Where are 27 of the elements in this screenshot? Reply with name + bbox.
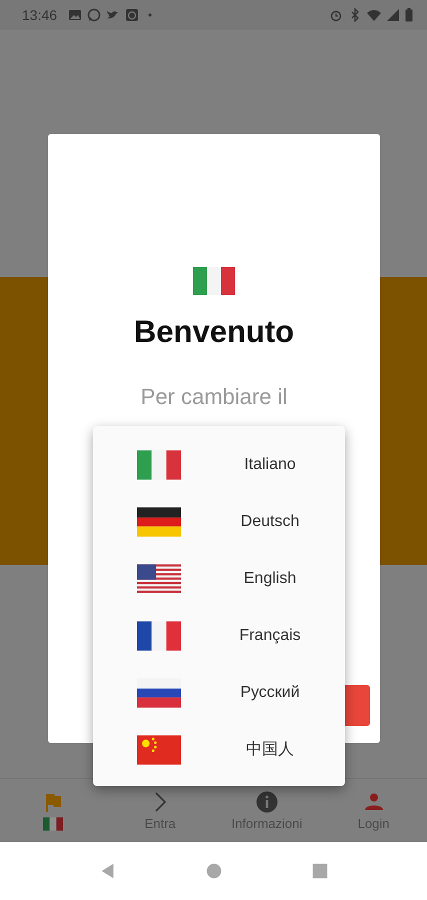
italy-flag-icon <box>137 450 181 480</box>
italy-flag-icon <box>193 266 235 296</box>
alarm-icon <box>329 8 343 22</box>
language-option[interactable]: English <box>93 550 345 607</box>
russia-flag-icon <box>137 678 181 708</box>
italy-flag-icon <box>43 816 64 830</box>
france-flag-icon <box>137 620 181 650</box>
battery-icon <box>405 8 413 22</box>
language-option[interactable]: Italiano <box>93 436 345 493</box>
dialog-title: Benvenuto <box>134 314 294 350</box>
germany-flag-icon <box>137 506 181 536</box>
dialog-message: Per cambiare il <box>140 384 288 410</box>
language-option[interactable]: Русский <box>93 664 345 721</box>
camera-icon <box>125 8 140 22</box>
language-option[interactable]: Français <box>93 607 345 664</box>
info-icon <box>254 790 279 814</box>
status-time: 13:46 <box>22 7 58 23</box>
usa-flag-icon <box>137 564 181 594</box>
more-dot-icon <box>148 13 152 17</box>
wifi-icon <box>367 8 381 22</box>
home-icon[interactable] <box>204 862 222 880</box>
recent-apps-icon[interactable] <box>310 862 328 880</box>
image-icon <box>68 8 82 22</box>
language-option[interactable]: 中国人 <box>93 721 345 778</box>
signal-icon <box>386 8 400 22</box>
china-flag-icon <box>137 734 181 764</box>
language-option[interactable]: Deutsch <box>93 493 345 550</box>
